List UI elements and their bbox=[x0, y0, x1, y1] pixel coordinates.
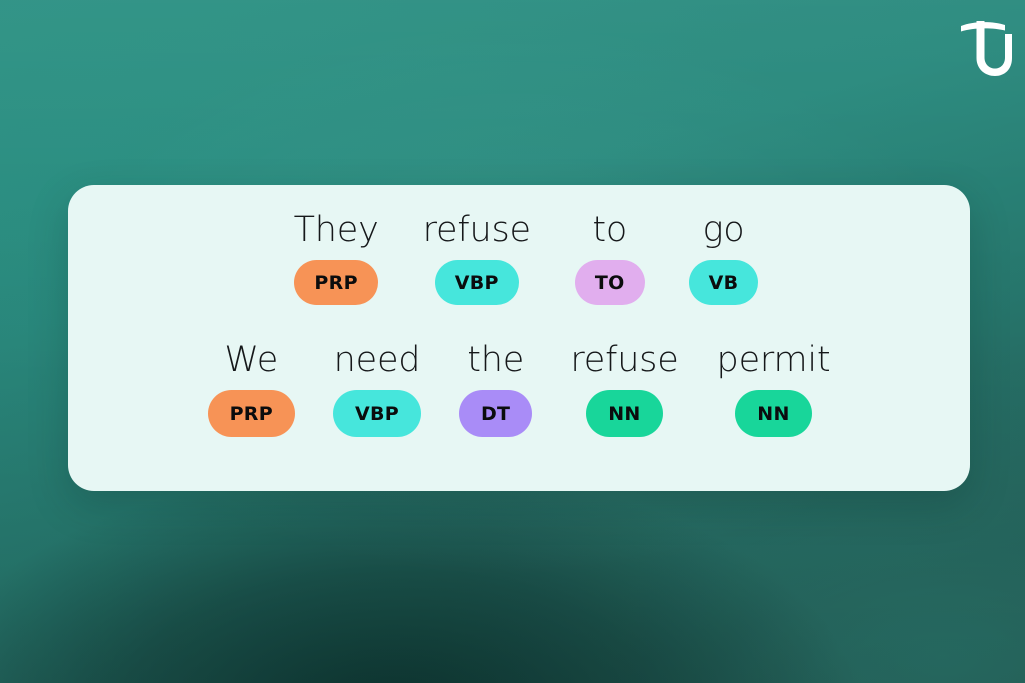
slide-canvas: They PRP refuse VBP to TO go VB We PRP n… bbox=[0, 0, 1025, 683]
sentence-list: They PRP refuse VBP to TO go VB We PRP n… bbox=[68, 207, 970, 437]
token-to: to TO bbox=[574, 207, 645, 305]
pos-tag-badge[interactable]: VBP bbox=[434, 260, 519, 305]
token-we: We PRP bbox=[207, 337, 295, 437]
token-word: to bbox=[592, 210, 628, 250]
token-word: refuse bbox=[422, 210, 531, 250]
sentence-row-1: They PRP refuse VBP to TO go VB bbox=[68, 207, 970, 305]
token-refuse-2: refuse NN bbox=[570, 337, 679, 437]
pos-tag-badge[interactable]: PRP bbox=[207, 390, 295, 437]
token-word: permit bbox=[716, 340, 831, 380]
token-the: the DT bbox=[458, 337, 533, 437]
token-word: We bbox=[224, 340, 279, 380]
pos-tag-badge[interactable]: DT bbox=[458, 390, 533, 437]
token-word: go bbox=[702, 210, 745, 250]
token-permit: permit NN bbox=[717, 337, 831, 437]
pos-tag-badge[interactable]: VBP bbox=[332, 390, 421, 437]
sentence-row-2: We PRP need VBP the DT refuse NN permit bbox=[68, 337, 970, 437]
token-they: They PRP bbox=[294, 207, 379, 305]
token-refuse-1: refuse VBP bbox=[423, 207, 531, 305]
pos-tagging-card: They PRP refuse VBP to TO go VB We PRP n… bbox=[68, 185, 970, 491]
token-word: refuse bbox=[570, 340, 679, 380]
token-word: They bbox=[293, 210, 379, 250]
tu-monogram-logo-icon bbox=[951, 14, 1013, 78]
pos-tag-badge[interactable]: VB bbox=[688, 260, 759, 305]
pos-tag-badge[interactable]: PRP bbox=[294, 260, 378, 305]
token-word: the bbox=[467, 340, 525, 380]
pos-tag-badge[interactable]: NN bbox=[735, 390, 812, 437]
pos-tag-badge[interactable]: TO bbox=[574, 260, 645, 305]
token-need: need VBP bbox=[332, 337, 421, 437]
pos-tag-badge[interactable]: NN bbox=[586, 390, 663, 437]
token-word: need bbox=[333, 340, 421, 380]
token-go: go VB bbox=[688, 207, 759, 305]
